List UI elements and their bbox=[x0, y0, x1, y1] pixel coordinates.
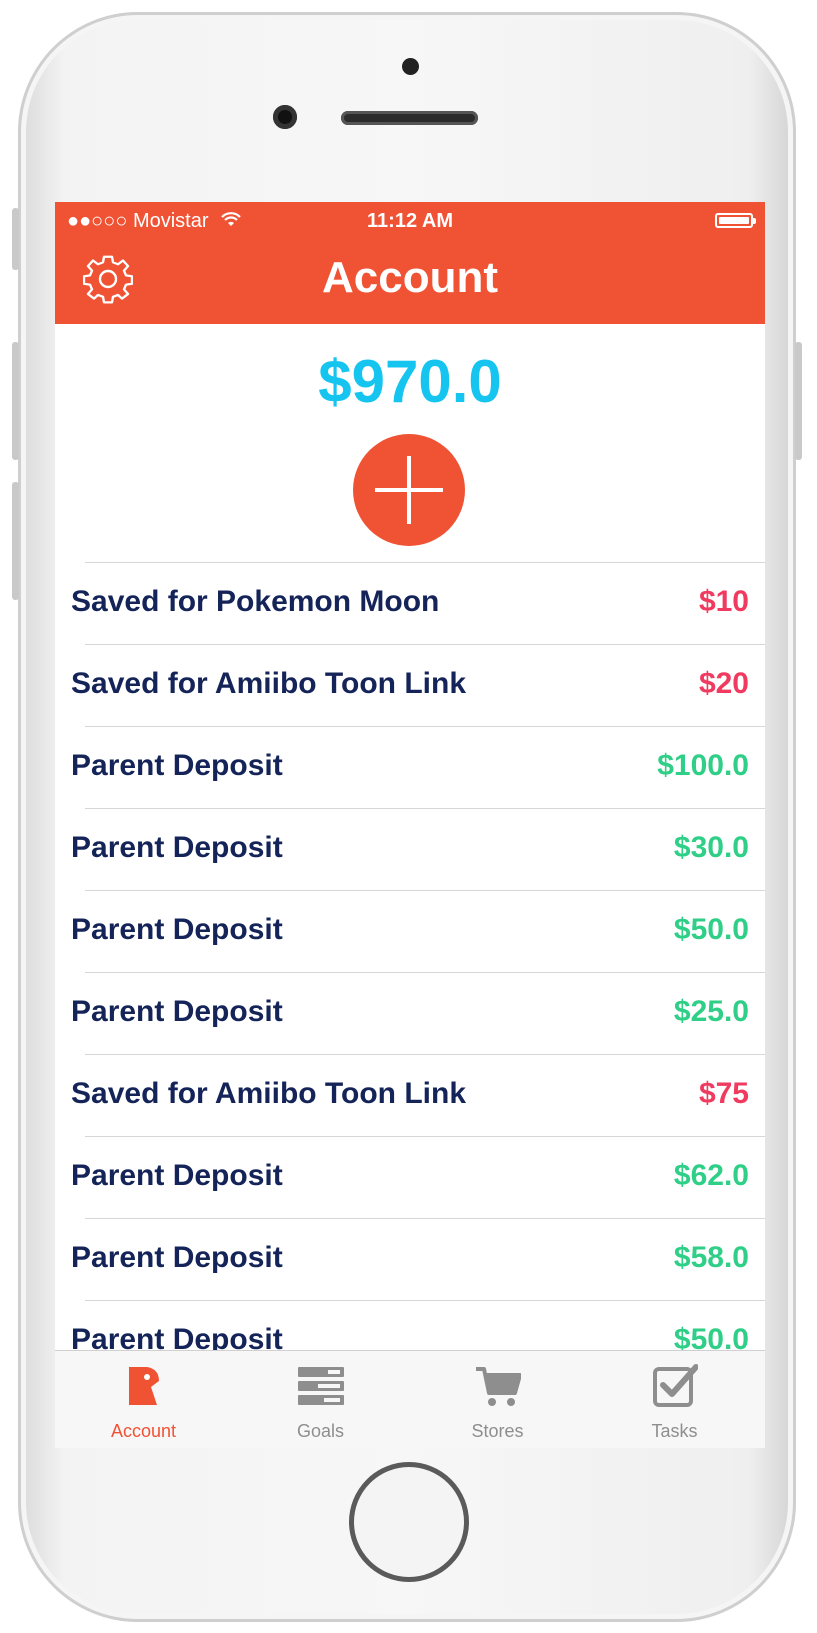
tab-label: Stores bbox=[471, 1421, 524, 1441]
battery-icon bbox=[715, 213, 756, 228]
checkbox-icon bbox=[653, 1364, 698, 1407]
transaction-row[interactable]: Parent Deposit $58.0 bbox=[55, 1218, 765, 1300]
bird-icon bbox=[129, 1367, 159, 1405]
tab-account[interactable]: Account bbox=[55, 1351, 232, 1448]
transaction-label: Saved for Pokemon Moon bbox=[71, 585, 440, 618]
tab-label: Goals bbox=[296, 1421, 345, 1441]
transaction-amount: $75 bbox=[698, 1077, 749, 1110]
transaction-label: Parent Deposit bbox=[71, 831, 283, 864]
add-transaction-button[interactable] bbox=[353, 434, 465, 546]
earpiece-speaker bbox=[341, 111, 478, 125]
transaction-label: Parent Deposit bbox=[71, 995, 283, 1028]
transaction-row[interactable]: Saved for Amiibo Toon Link $20 bbox=[55, 644, 765, 726]
transaction-row[interactable]: Parent Deposit $25.0 bbox=[55, 972, 765, 1054]
transaction-row[interactable]: Parent Deposit $62.0 bbox=[55, 1136, 765, 1218]
tab-label: Tasks bbox=[651, 1421, 698, 1441]
transaction-row[interactable]: Saved for Amiibo Toon Link $75 bbox=[55, 1054, 765, 1136]
transaction-label: Parent Deposit bbox=[71, 1159, 283, 1192]
transaction-label: Parent Deposit bbox=[71, 913, 283, 946]
transaction-amount: $30.0 bbox=[673, 831, 749, 864]
transaction-row[interactable]: Parent Deposit $100.0 bbox=[55, 726, 765, 808]
page-title: Account bbox=[322, 253, 498, 302]
transaction-label: Parent Deposit bbox=[71, 1241, 283, 1274]
transaction-list[interactable]: Saved for Pokemon Moon $10 Saved for Amiib… bbox=[55, 562, 765, 1382]
transaction-row[interactable]: Parent Deposit $50.0 bbox=[55, 890, 765, 972]
cart-icon bbox=[476, 1367, 521, 1406]
tab-tasks[interactable]: Tasks bbox=[586, 1351, 763, 1448]
list-icon bbox=[298, 1367, 344, 1405]
transaction-amount: $58.0 bbox=[673, 1241, 749, 1274]
clock: 11:12 AM bbox=[367, 210, 453, 232]
transaction-row[interactable]: Saved for Pokemon Moon $10 bbox=[55, 562, 765, 644]
front-camera bbox=[273, 105, 297, 129]
transaction-label: Saved for Amiibo Toon Link bbox=[71, 1077, 467, 1110]
tab-bar: Account Goals Stores Tasks bbox=[55, 1350, 765, 1448]
transaction-label: Parent Deposit bbox=[71, 749, 283, 782]
transaction-amount: $10 bbox=[698, 585, 749, 618]
transaction-amount: $50.0 bbox=[673, 913, 749, 946]
nav-bar: Account bbox=[55, 240, 765, 324]
tab-goals[interactable]: Goals bbox=[232, 1351, 409, 1448]
transaction-amount: $25.0 bbox=[673, 995, 749, 1028]
transaction-amount: $20 bbox=[698, 667, 749, 700]
mute-switch bbox=[12, 208, 19, 270]
volume-down-button bbox=[12, 482, 19, 600]
transaction-amount: $62.0 bbox=[673, 1159, 749, 1192]
tab-label: Account bbox=[110, 1421, 177, 1441]
status-bar: ●●○○○ Movistar 11:12 AM bbox=[55, 202, 765, 240]
balance-amount: $970.0 bbox=[318, 348, 502, 415]
power-button bbox=[795, 342, 802, 460]
volume-up-button bbox=[12, 342, 19, 460]
transaction-amount: $100.0 bbox=[657, 749, 749, 782]
transaction-label: Saved for Amiibo Toon Link bbox=[71, 667, 467, 700]
tab-stores[interactable]: Stores bbox=[409, 1351, 586, 1448]
transaction-row[interactable]: Parent Deposit $30.0 bbox=[55, 808, 765, 890]
proximity-sensor bbox=[402, 58, 419, 75]
app-screen: ●●○○○ Movistar 11:12 AM Account $970.0 S… bbox=[55, 202, 765, 1448]
home-button[interactable] bbox=[349, 1462, 469, 1582]
